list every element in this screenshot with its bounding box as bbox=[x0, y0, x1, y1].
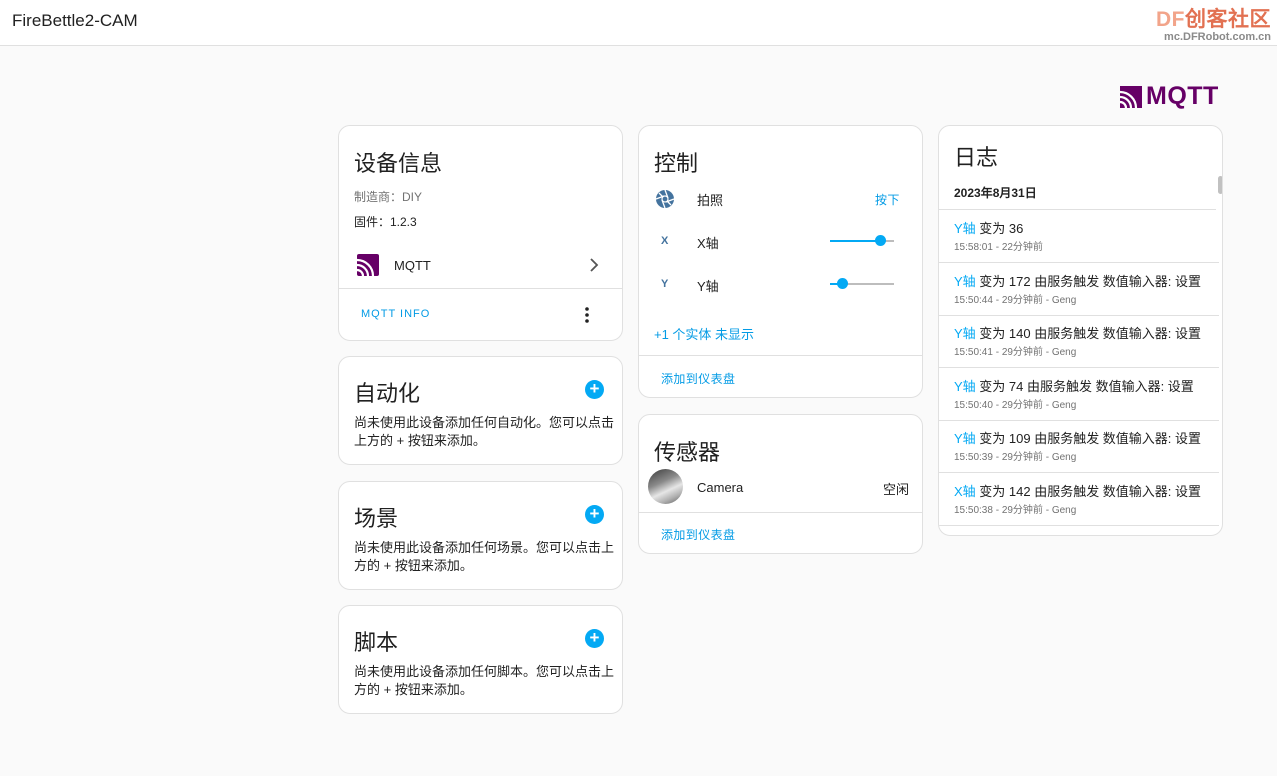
automation-description: 尚未使用此设备添加任何自动化。您可以点击上方的 + 按钮来添加。 bbox=[354, 415, 615, 448]
logbook-card: 日志 2023年8月31日 Y轴 变为 36 15:58:01 - 22分钟前 Y轴… bbox=[938, 125, 1223, 536]
log-entry-time: 15:50:41 - 29分钟前 - Geng bbox=[954, 347, 1077, 358]
press-button[interactable]: 按下 bbox=[875, 191, 900, 208]
log-entry-entity-link[interactable]: Y轴 bbox=[954, 274, 976, 289]
more-vert-icon[interactable] bbox=[584, 306, 590, 324]
log-entry-time: 15:50:40 - 29分钟前 - Geng bbox=[954, 399, 1077, 411]
hidden-entities-link[interactable]: +1 个实体 未显示 bbox=[654, 324, 754, 343]
mqtt-icon bbox=[357, 254, 379, 276]
add-script-button[interactable]: + bbox=[585, 629, 604, 648]
log-entry-message: Y轴 变为 36 bbox=[954, 218, 1023, 237]
script-description: 尚未使用此设备添加任何脚本。您可以点击上方的 + 按钮来添加。 bbox=[354, 664, 615, 697]
log-entry-time: 15:58:01 - 22分钟前 bbox=[954, 242, 1043, 253]
slider-thumb[interactable] bbox=[836, 278, 848, 289]
sensors-card: 传感器 Camera 空闲 添加到仪表盘 bbox=[638, 414, 923, 554]
camera-thumbnail bbox=[648, 469, 683, 504]
device-info-card: 设备信息 制造商：DIY 固件：1.2.3 MQTT MQTT INFO bbox=[338, 125, 623, 341]
camera-iris-icon bbox=[655, 189, 675, 209]
scene-card: 场景 + 尚未使用此设备添加任何场景。您可以点击上方的 + 按钮来添加。 bbox=[338, 481, 623, 590]
log-entry-entity-link[interactable]: Y轴 bbox=[954, 379, 976, 394]
script-card: 脚本 + 尚未使用此设备添加任何脚本。您可以点击上方的 + 按钮来添加。 bbox=[338, 605, 623, 714]
log-entry-entity-link[interactable]: Y轴 bbox=[954, 221, 976, 236]
x-axis-icon: X bbox=[661, 235, 669, 247]
top-app-bar: FireBettle2-CAM DF创客社区 mc.DFRobot.com.cn bbox=[0, 0, 1277, 46]
log-entry-message: Y轴 变为 172 由服务触发 数值输入器: 设置 bbox=[954, 271, 1201, 290]
log-entry-message: Y轴 变为 140 由服务触发 数值输入器: 设置 bbox=[954, 323, 1201, 342]
controls-add-to-dashboard[interactable]: 添加到仪表盘 bbox=[661, 370, 735, 387]
integration-row-mqtt[interactable]: MQTT bbox=[339, 250, 622, 280]
app-title: FireBettle2-CAM bbox=[12, 11, 138, 30]
sensors-add-to-dashboard[interactable]: 添加到仪表盘 bbox=[661, 526, 735, 543]
sensor-row-camera[interactable]: Camera 空闲 bbox=[639, 468, 922, 506]
script-title: 脚本 bbox=[354, 630, 399, 655]
log-entry[interactable]: Y轴 变为 36 15:58:01 - 22分钟前 bbox=[939, 210, 1219, 263]
slider-fill bbox=[830, 240, 880, 242]
photo-label: 拍照 bbox=[697, 193, 724, 208]
log-entry-entity-link[interactable]: Y轴 bbox=[954, 431, 976, 446]
log-entry-time: 15:50:39 - 29分钟前 - Geng bbox=[954, 452, 1077, 463]
log-entry-message: Y轴 变为 109 由服务触发 数值输入器: 设置 bbox=[954, 428, 1201, 447]
log-entry-text: 变为 142 由服务触发 数值输入器: 设置 bbox=[975, 483, 1202, 499]
mqtt-waves-icon bbox=[1120, 85, 1142, 108]
watermark: DF创客社区 mc.DFRobot.com.cn bbox=[1156, 3, 1271, 43]
divider bbox=[639, 512, 922, 513]
log-entry[interactable]: Y轴 变为 172 由服务触发 数值输入器: 设置 15:50:44 - 29分钟… bbox=[939, 263, 1219, 316]
chevron-right-icon bbox=[590, 258, 599, 272]
log-entry-text: 变为 109 由服务触发 数值输入器: 设置 bbox=[975, 431, 1202, 446]
sensors-title: 传感器 bbox=[654, 440, 721, 465]
camera-state: 空闲 bbox=[883, 482, 910, 497]
divider bbox=[339, 288, 622, 289]
scene-title: 场景 bbox=[354, 506, 399, 531]
y-axis-slider[interactable] bbox=[830, 277, 894, 291]
control-row-photo: 拍照 按下 bbox=[639, 184, 922, 214]
mqtt-info-button[interactable]: MQTT INFO bbox=[361, 308, 430, 320]
logbook-list[interactable]: Y轴 变为 36 15:58:01 - 22分钟前 Y轴 变为 172 由服务触发 … bbox=[939, 210, 1219, 535]
controls-title: 控制 bbox=[654, 151, 699, 176]
mqtt-brand-logo: MQTT bbox=[1120, 82, 1219, 111]
divider bbox=[639, 355, 922, 356]
log-entry[interactable]: Y轴 变为 109 由服务触发 数值输入器: 设置 15:50:39 - 29分钟… bbox=[939, 420, 1219, 473]
log-entry-time: 15:50:44 - 29分钟前 - Geng bbox=[954, 294, 1077, 306]
firmware-text: 固件：1.2.3 bbox=[354, 215, 417, 229]
camera-label: Camera bbox=[697, 480, 744, 495]
x-axis-label: X轴 bbox=[697, 236, 719, 251]
log-entry-message: Y轴 变为 74 由服务触发 数值输入器: 设置 bbox=[954, 376, 1194, 395]
automation-card: 自动化 + 尚未使用此设备添加任何自动化。您可以点击上方的 + 按钮来添加。 bbox=[338, 356, 623, 465]
log-entry[interactable]: Y轴 变为 74 由服务触发 数值输入器: 设置 15:50:40 - 29分钟前… bbox=[939, 368, 1219, 421]
log-entry-time: 15:50:38 - 29分钟前 - Geng bbox=[954, 504, 1077, 516]
log-entry-message: X轴 变为 142 由服务触发 数值输入器: 设置 bbox=[954, 481, 1201, 500]
log-entry-text: 变为 74 由服务触发 数值输入器: 设置 bbox=[975, 378, 1194, 394]
logbook-scrollbar[interactable] bbox=[1218, 176, 1222, 194]
log-entry[interactable]: Y轴 变为 140 由服务触发 数值输入器: 设置 15:50:41 - 29分钟… bbox=[939, 315, 1219, 368]
controls-card: 控制 拍照 按下 X X轴 Y Y轴 +1 个实体 未显示 添加到仪表盘 bbox=[638, 125, 923, 398]
x-axis-slider[interactable] bbox=[830, 234, 894, 248]
add-automation-button[interactable]: + bbox=[585, 380, 604, 399]
manufacturer-text: 制造商：DIY bbox=[354, 190, 423, 204]
add-scene-button[interactable]: + bbox=[585, 505, 604, 524]
control-row-y-axis: Y Y轴 bbox=[639, 269, 922, 299]
scene-description: 尚未使用此设备添加任何场景。您可以点击上方的 + 按钮来添加。 bbox=[354, 540, 615, 573]
log-entry-entity-link[interactable]: Y轴 bbox=[954, 326, 976, 341]
log-entry-text: 变为 172 由服务触发 数值输入器: 设置 bbox=[975, 273, 1202, 289]
logbook-title: 日志 bbox=[954, 145, 999, 170]
y-axis-label: Y轴 bbox=[697, 279, 719, 294]
log-entry-text: 变为 36 bbox=[975, 221, 1024, 236]
watermark-url: mc.DFRobot.com.cn bbox=[1164, 31, 1271, 43]
device-info-title: 设备信息 bbox=[354, 151, 443, 176]
watermark-logo: DF创客社区 bbox=[1156, 8, 1271, 31]
logbook-date: 2023年8月31日 bbox=[954, 186, 1037, 200]
integration-label: MQTT bbox=[394, 258, 431, 273]
log-entry[interactable]: X轴 变为 142 由服务触发 数值输入器: 设置 15:50:38 - 29分钟… bbox=[939, 473, 1219, 526]
log-entry-entity-link[interactable]: X轴 bbox=[954, 484, 976, 499]
control-row-x-axis: X X轴 bbox=[639, 226, 922, 256]
slider-thumb[interactable] bbox=[874, 235, 886, 246]
y-axis-icon: Y bbox=[661, 278, 669, 290]
log-entry-text: 变为 140 由服务触发 数值输入器: 设置 bbox=[975, 326, 1202, 341]
mqtt-brand-text: MQTT bbox=[1146, 82, 1219, 110]
automation-title: 自动化 bbox=[354, 381, 421, 406]
